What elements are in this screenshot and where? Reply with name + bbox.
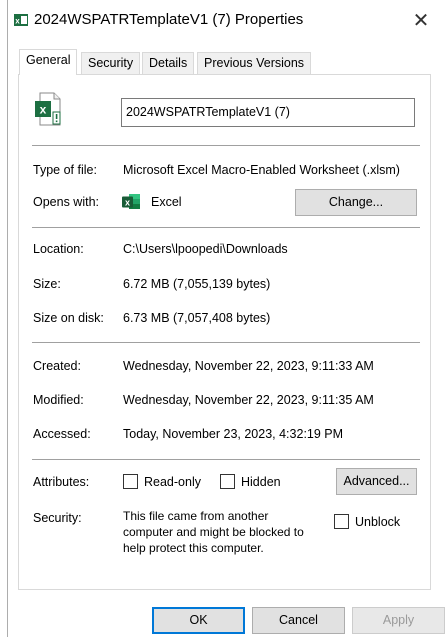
file-name-field[interactable]: 2024WSPATRTemplateV1 (7) (121, 98, 415, 127)
svg-text:x: x (15, 17, 20, 26)
security-text-line-1: This file came from another (123, 509, 269, 523)
accessed-value: Today, November 23, 2023, 4:32:19 PM (123, 427, 344, 441)
unblock-label: Unblock (355, 515, 401, 529)
created-value: Wednesday, November 22, 2023, 9:11:33 AM (123, 359, 374, 373)
read-only-checkbox[interactable] (123, 474, 138, 489)
size-value: 6.72 MB (7,055,139 bytes) (123, 277, 271, 291)
size-label: Size: (33, 277, 61, 291)
advanced-button[interactable]: Advanced... (336, 468, 417, 495)
change-button[interactable]: Change... (295, 189, 417, 216)
type-of-file-value: Microsoft Excel Macro-Enabled Worksheet … (123, 163, 400, 177)
separator (32, 459, 420, 460)
window-title: 2024WSPATRTemplateV1 (7) Properties (34, 11, 304, 28)
hidden-checkbox[interactable] (220, 474, 235, 489)
opens-with-value: Excel (151, 195, 182, 209)
tab-general[interactable]: General (19, 49, 78, 75)
svg-text:x: x (125, 198, 130, 208)
excel-file-icon: x (14, 13, 28, 27)
separator (32, 227, 420, 228)
opens-with-label: Opens with: (33, 195, 100, 209)
size-on-disk-label: Size on disk: (33, 311, 104, 325)
location-label: Location: (33, 242, 84, 256)
security-label: Security: (33, 511, 82, 525)
separator (32, 145, 420, 146)
security-text-line-2: computer and might be blocked to (123, 525, 304, 539)
svg-text:x: x (40, 103, 47, 117)
modified-value: Wednesday, November 22, 2023, 9:11:35 AM (123, 393, 374, 407)
close-button[interactable]: ✕ (406, 7, 436, 35)
type-of-file-label: Type of file: (33, 163, 97, 177)
cancel-button[interactable]: Cancel (252, 607, 345, 634)
accessed-label: Accessed: (33, 427, 91, 441)
security-text-line-3: help protect this computer. (123, 541, 264, 555)
read-only-label: Read-only (144, 475, 201, 489)
excel-macro-file-icon: x (34, 91, 64, 129)
excel-app-icon: x (122, 193, 140, 210)
apply-button[interactable]: Apply (352, 607, 445, 634)
tab-details[interactable]: Details (142, 52, 195, 74)
separator (32, 342, 420, 343)
created-label: Created: (33, 359, 81, 373)
tab-previous-versions[interactable]: Previous Versions (197, 52, 312, 74)
size-on-disk-value: 6.73 MB (7,057,408 bytes) (123, 311, 271, 325)
modified-label: Modified: (33, 393, 84, 407)
window-left-edge (0, 0, 8, 637)
close-icon: ✕ (412, 10, 430, 32)
tab-security[interactable]: Security (81, 52, 141, 74)
attributes-label: Attributes: (33, 475, 90, 489)
unblock-checkbox[interactable] (334, 514, 349, 529)
hidden-label: Hidden (241, 475, 281, 489)
ok-button[interactable]: OK (152, 607, 245, 634)
location-value: C:\Users\lpoopedi\Downloads (123, 242, 288, 256)
